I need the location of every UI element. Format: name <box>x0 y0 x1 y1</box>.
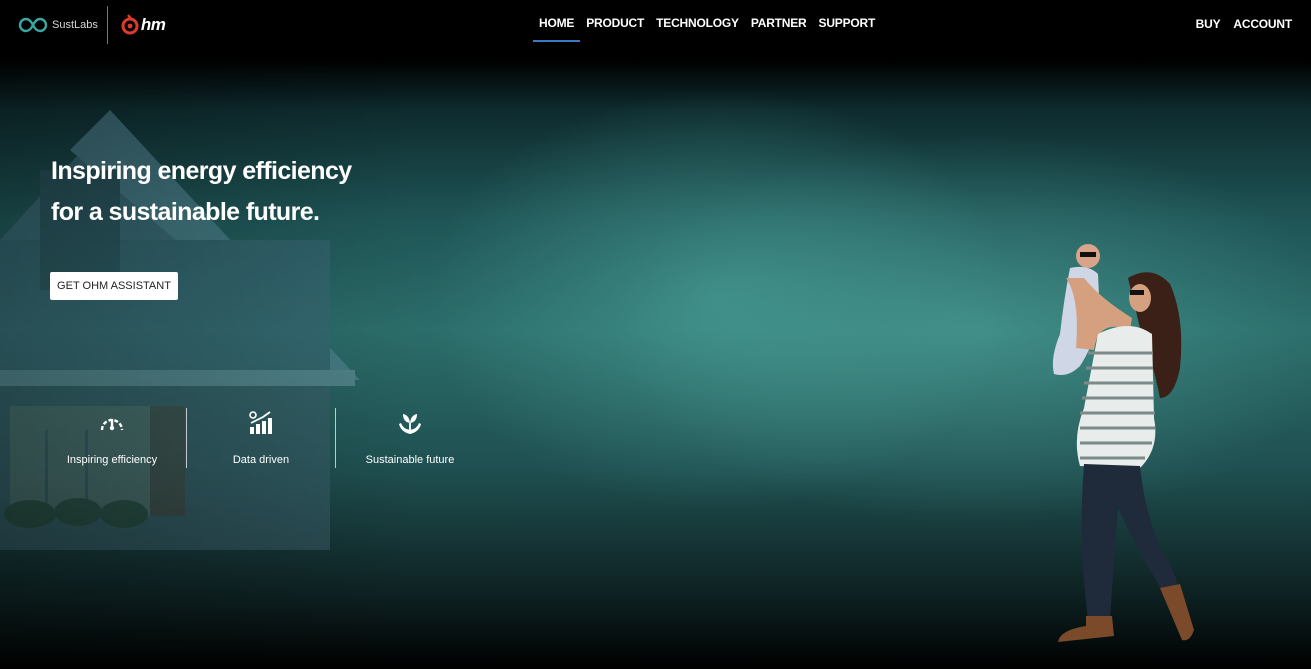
ohm-brand-name: hm <box>140 15 166 34</box>
sustlabs-brand-name[interactable]: SustLabs <box>52 19 98 31</box>
feature-label: Inspiring efficiency <box>66 454 158 466</box>
sustlabs-logo-icon[interactable] <box>18 17 48 33</box>
growth-chart-icon <box>249 411 272 434</box>
header-actions: BUY ACCOUNT <box>1196 17 1293 31</box>
brand-logos: SustLabs hm <box>18 6 166 44</box>
brand-divider <box>106 6 108 44</box>
feature-sustainable-future: Sustainable future <box>336 408 484 468</box>
feature-label: Data driven <box>232 454 290 466</box>
hero-headline-line-2: for a sustainable future. <box>51 198 320 226</box>
nav-item-product[interactable]: PRODUCT <box>580 0 650 42</box>
ohm-o-icon <box>121 14 139 35</box>
ohm-logo[interactable]: hm <box>120 14 166 36</box>
nav-item-support[interactable]: SUPPORT <box>813 0 882 42</box>
feature-list: Inspiring efficiency Data driven Sustain… <box>38 408 484 468</box>
get-ohm-assistant-button[interactable]: GET OHM ASSISTANT <box>50 272 178 300</box>
woman-with-baby-image <box>1052 244 1194 642</box>
main-nav: HOME PRODUCT TECHNOLOGY PARTNER SUPPORT <box>533 0 881 42</box>
nav-item-home[interactable]: HOME <box>533 0 581 42</box>
feature-label: Sustainable future <box>365 454 455 466</box>
feature-inspiring-efficiency: Inspiring efficiency <box>38 408 186 468</box>
nav-item-partner[interactable]: PARTNER <box>745 0 813 42</box>
gauge-icon <box>100 418 124 431</box>
hero-background <box>0 0 1311 669</box>
feature-data-driven: Data driven <box>187 408 335 468</box>
site-header: SustLabs hm HOME PRODUCT TECHNOLOGY PART… <box>0 0 1311 48</box>
plant-hands-icon <box>399 414 421 434</box>
hero-headline-line-1: Inspiring energy efficiency <box>51 157 352 185</box>
account-link[interactable]: ACCOUNT <box>1233 17 1292 31</box>
nav-item-technology[interactable]: TECHNOLOGY <box>650 0 745 42</box>
buy-link[interactable]: BUY <box>1196 17 1221 31</box>
hero-headline: Inspiring energy efficiency for a sustai… <box>51 151 431 233</box>
